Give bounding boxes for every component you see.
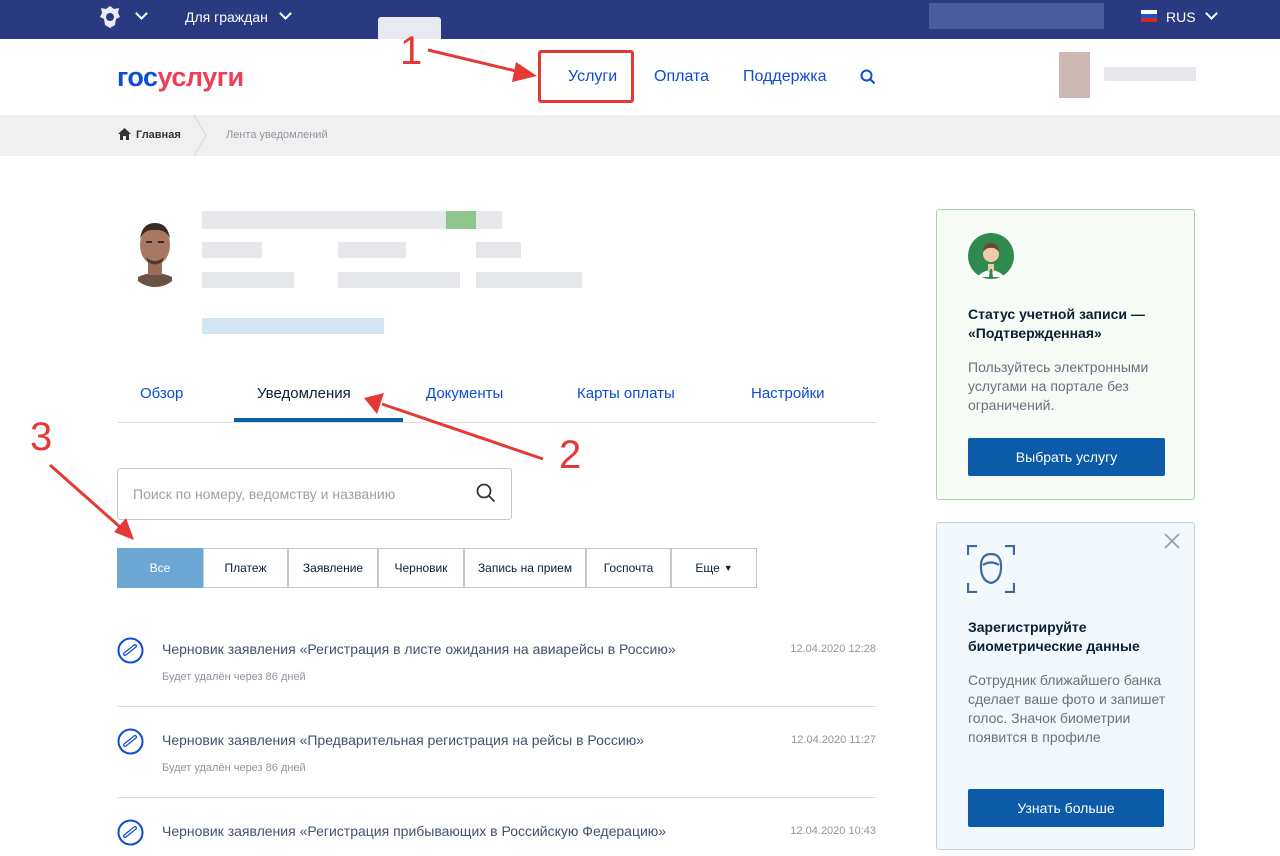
profile-field-blurred xyxy=(338,272,460,288)
status-card-text: Пользуйтесь электронными услугами на пор… xyxy=(968,359,1149,413)
draft-icon xyxy=(117,819,144,846)
profile-photo xyxy=(128,209,182,287)
user-region-blurred xyxy=(929,3,1104,29)
emblem-chevron-down-icon[interactable] xyxy=(135,7,148,20)
notification-subtitle: Будет удалён через 86 дней xyxy=(162,762,306,774)
notification-title[interactable]: Черновик заявления «Регистрация в листе … xyxy=(162,641,676,657)
notification-divider xyxy=(117,797,876,798)
filter-draft[interactable]: Черновик xyxy=(378,548,464,588)
active-tab-indicator xyxy=(234,418,403,422)
for-citizens-chevron-down-icon[interactable] xyxy=(279,7,292,20)
notification-date: 12.04.2020 12:28 xyxy=(790,643,876,655)
tab-notifications[interactable]: Уведомления xyxy=(257,385,351,402)
verified-user-icon xyxy=(968,233,1014,279)
learn-more-button[interactable]: Узнать больше xyxy=(968,789,1164,827)
profile-field-blurred xyxy=(202,272,294,288)
search-icon[interactable] xyxy=(476,483,496,503)
profile-field-blurred xyxy=(202,242,262,258)
coat-of-arms-icon[interactable] xyxy=(96,3,124,31)
tab-overview[interactable]: Обзор xyxy=(140,385,183,402)
notification-subtitle: Будет удалён через 86 дней xyxy=(162,671,306,683)
for-citizens-menu[interactable]: Для граждан xyxy=(185,9,268,25)
profile-field-blurred xyxy=(338,242,406,258)
annotation-number-1: 1 xyxy=(400,29,423,73)
filter-more-label: Еще xyxy=(695,561,720,575)
choose-service-button[interactable]: Выбрать услугу xyxy=(968,438,1165,476)
notification-divider xyxy=(117,706,876,707)
profile-field-blurred xyxy=(476,272,582,288)
notification-date: 12.04.2020 11:27 xyxy=(791,734,876,746)
language-chevron-down-icon[interactable] xyxy=(1205,7,1218,20)
filter-all[interactable]: Все xyxy=(117,548,203,588)
top-bar: Для граждан RUS xyxy=(0,0,1280,39)
filter-application[interactable]: Заявление xyxy=(288,548,378,588)
user-name-blurred[interactable] xyxy=(1104,67,1196,81)
bio-card-title: Зарегистрируйте биометрические данные xyxy=(968,619,1140,654)
status-card-title: Статус учетной записи — «Подтвержденная» xyxy=(968,306,1145,341)
gosuslugi-logo[interactable]: госуслуги xyxy=(117,62,244,93)
tab-documents[interactable]: Документы xyxy=(426,385,503,402)
home-icon[interactable] xyxy=(118,128,131,140)
draft-icon xyxy=(117,728,144,755)
bio-card-text: Сотрудник ближайшего банка сделает ваше … xyxy=(968,672,1166,745)
breadcrumb-home[interactable]: Главная xyxy=(136,129,181,141)
breadcrumb-current: Лента уведомлений xyxy=(226,129,328,141)
language-selector[interactable]: RUS xyxy=(1166,9,1196,25)
search-input[interactable] xyxy=(117,468,512,520)
filter-more[interactable]: Еще ▼ xyxy=(671,548,757,588)
profile-link-blurred[interactable] xyxy=(202,318,384,334)
search-icon[interactable] xyxy=(860,69,876,85)
nav-payment[interactable]: Оплата xyxy=(654,68,709,86)
breadcrumb-separator-icon xyxy=(193,115,207,156)
notification-title[interactable]: Черновик заявления «Предварительная реги… xyxy=(162,732,644,748)
profile-field-blurred xyxy=(476,242,521,258)
tab-settings[interactable]: Настройки xyxy=(751,385,825,402)
caret-down-icon: ▼ xyxy=(723,563,733,573)
notification-date: 12.04.2020 10:43 xyxy=(790,825,876,837)
close-icon[interactable] xyxy=(1164,533,1180,549)
notification-title[interactable]: Черновик заявления «Регистрация прибываю… xyxy=(162,823,666,839)
draft-icon xyxy=(117,637,144,664)
annotation-number-2: 2 xyxy=(559,433,582,477)
annotation-box-services xyxy=(538,50,634,103)
user-avatar-blurred[interactable] xyxy=(1059,52,1090,98)
filter-payment[interactable]: Платеж xyxy=(203,548,288,588)
tabs-divider xyxy=(117,422,876,423)
face-scan-icon xyxy=(967,545,1015,593)
filter-appointment[interactable]: Запись на прием xyxy=(464,548,586,588)
tab-payment-cards[interactable]: Карты оплаты xyxy=(577,385,675,402)
nav-support[interactable]: Поддержка xyxy=(743,68,826,86)
filter-gospochta[interactable]: Госпочта xyxy=(586,548,671,588)
annotation-number-3: 3 xyxy=(30,415,53,459)
profile-badge-blurred xyxy=(446,211,476,229)
russia-flag-icon xyxy=(1141,10,1157,22)
